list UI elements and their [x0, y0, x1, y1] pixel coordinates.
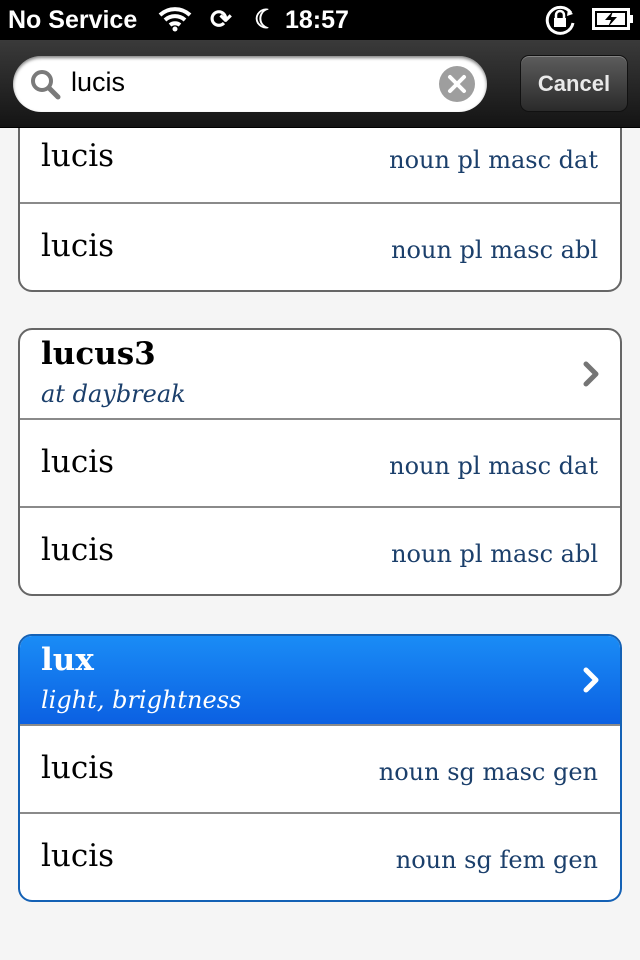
orientation-lock-icon [544, 5, 576, 42]
cancel-button[interactable]: Cancel [520, 55, 628, 112]
inflected-word: lucis [41, 138, 115, 174]
lemma-title: lucus3 [41, 336, 156, 372]
list-item[interactable]: lucis noun pl masc abl [20, 506, 620, 594]
morphology-label: noun pl masc abl [391, 236, 598, 264]
inflected-word: lucis [41, 838, 115, 874]
status-bar: No Service ⟳ ☾ 18:57 [0, 0, 640, 40]
morphology-label: noun pl masc abl [391, 540, 598, 568]
list-item[interactable]: lucis noun sg fem gen [20, 812, 620, 900]
list-item[interactable]: lucis noun pl masc dat [20, 418, 620, 506]
result-group: lucus3 at daybreak lucis noun pl masc da… [18, 328, 622, 596]
battery-charging-icon [592, 8, 634, 37]
wifi-icon [158, 6, 192, 39]
list-item[interactable]: lucis noun pl masc abl [20, 202, 620, 290]
morphology-label: noun pl masc dat [389, 146, 598, 174]
inflected-word: lucis [41, 750, 115, 786]
morphology-label: noun sg fem gen [395, 846, 598, 874]
status-time: 18:57 [285, 6, 349, 34]
carrier-label: No Service [8, 6, 138, 34]
sync-icon: ⟳ [210, 4, 232, 34]
lemma-gloss: at daybreak [41, 380, 186, 408]
lemma-header[interactable]: lux light, brightness [20, 636, 620, 724]
list-item[interactable]: lucis noun sg masc gen [20, 724, 620, 812]
lemma-title: lux [41, 642, 94, 678]
inflected-word: lucis [41, 228, 115, 264]
inflected-word: lucis [41, 532, 115, 568]
morphology-label: noun pl masc dat [389, 452, 598, 480]
search-input[interactable]: lucis [13, 56, 487, 112]
lemma-header[interactable]: lucus3 at daybreak [20, 330, 620, 418]
morphology-label: noun sg masc gen [378, 758, 598, 786]
list-item[interactable]: lucis noun pl masc dat [20, 128, 620, 202]
search-value: lucis [71, 67, 126, 97]
search-bar: lucis Cancel [0, 40, 640, 128]
chevron-right-icon [582, 360, 600, 392]
clear-icon[interactable] [439, 66, 475, 102]
chevron-right-icon [582, 666, 600, 698]
result-group: lucis noun pl masc dat lucis noun pl mas… [18, 128, 622, 292]
lemma-gloss: light, brightness [41, 686, 242, 714]
result-group: lux light, brightness lucis noun sg masc… [18, 634, 622, 902]
results-list: lucis noun pl masc dat lucis noun pl mas… [0, 128, 640, 960]
moon-icon: ☾ [254, 4, 278, 34]
inflected-word: lucis [41, 444, 115, 480]
search-icon [29, 68, 61, 104]
